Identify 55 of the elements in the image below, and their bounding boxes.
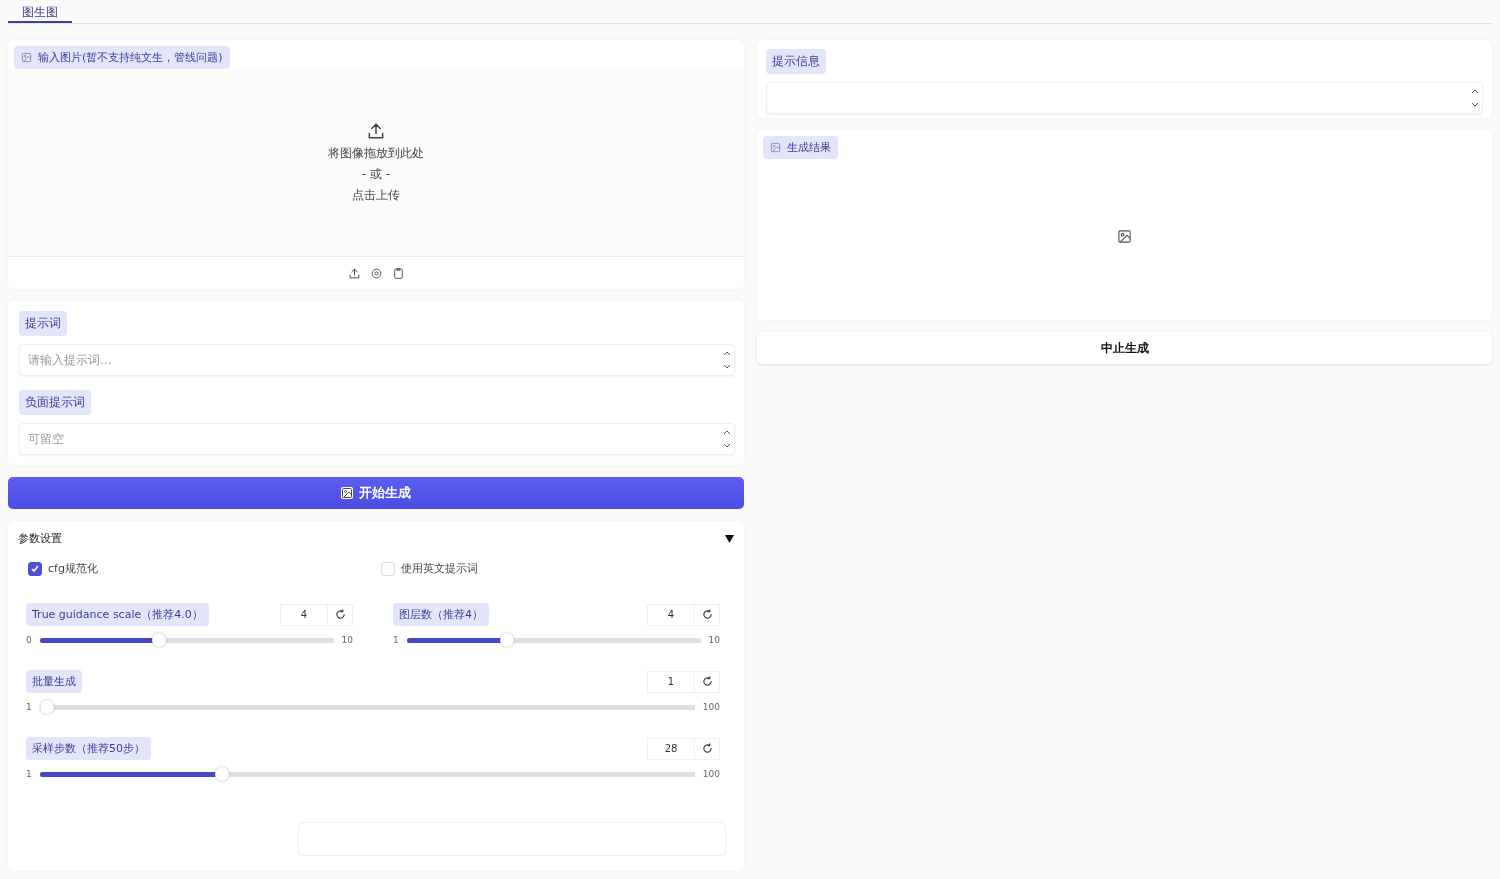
spinner-icon[interactable] <box>723 350 731 370</box>
number-field[interactable]: 28 <box>647 737 695 760</box>
generate-button[interactable]: 开始生成 <box>8 477 744 509</box>
image-icon <box>770 142 781 153</box>
reset-icon[interactable] <box>695 737 720 760</box>
field-label: 负面提示词 <box>19 390 91 415</box>
slider-min: 1 <box>393 635 399 645</box>
drop-text: 将图像拖放到此处 <box>328 145 424 162</box>
text-field[interactable]: 可留空 <box>19 423 735 455</box>
field-label: 提示词 <box>19 311 67 336</box>
slider-max: 100 <box>702 702 720 712</box>
spinner-icon[interactable] <box>723 429 731 449</box>
accordion-header[interactable]: 参数设置 <box>18 531 734 546</box>
panel-label: 生成结果 <box>763 136 838 159</box>
clipboard-icon[interactable] <box>391 266 405 280</box>
text-field[interactable]: 请输入提示词... <box>19 344 735 376</box>
field-label: 提示信息 <box>766 49 826 74</box>
panel-label: 输入图片(暂不支持纯文生，管线问题) <box>14 46 230 69</box>
reset-icon[interactable] <box>695 603 720 626</box>
number-field[interactable]: 4 <box>647 603 695 626</box>
collapse-icon <box>725 534 734 543</box>
slider-label: True guidance scale（推荐4.0） <box>26 603 209 626</box>
slider-max: 100 <box>702 769 720 779</box>
slider-label: 采样步数（推荐50步） <box>26 737 151 760</box>
checkbox[interactable] <box>28 561 42 576</box>
checkbox-label: 使用英文提示词 <box>401 561 478 576</box>
upload-icon[interactable] <box>347 266 361 280</box>
slider-min: 1 <box>26 769 32 779</box>
number-field[interactable]: 4 <box>280 603 328 626</box>
webcam-icon[interactable] <box>369 266 383 280</box>
slider-min: 0 <box>26 635 32 645</box>
slider-thumb[interactable] <box>151 633 166 647</box>
slider-max: 10 <box>341 635 353 645</box>
slider-max: 10 <box>708 635 720 645</box>
image-placeholder-icon <box>1117 229 1132 244</box>
text-field[interactable] <box>766 82 1483 114</box>
slider-thumb[interactable] <box>499 633 514 647</box>
stop-button[interactable]: 中止生成 <box>757 332 1492 364</box>
image-icon <box>21 52 32 63</box>
drop-zone[interactable]: 将图像拖放到此处 - 或 - 点击上传 <box>8 69 744 257</box>
slider-thumb[interactable] <box>39 700 54 714</box>
image-icon <box>341 487 353 499</box>
tab[interactable]: 图生图 <box>8 0 72 23</box>
reset-icon[interactable] <box>695 670 720 693</box>
upload-icon <box>366 121 386 141</box>
number-field[interactable]: 1 <box>647 670 695 693</box>
reset-icon[interactable] <box>328 603 353 626</box>
slider-label: 图层数（推荐4） <box>393 603 489 626</box>
slider-thumb[interactable] <box>214 767 229 781</box>
spinner-icon[interactable] <box>1471 88 1479 108</box>
checkbox-label: cfg规范化 <box>48 561 98 576</box>
slider-label: 批量生成 <box>26 670 82 693</box>
or-text: - 或 - <box>361 166 391 183</box>
slider-min: 1 <box>26 702 32 712</box>
upload-link[interactable]: 点击上传 <box>352 187 400 204</box>
